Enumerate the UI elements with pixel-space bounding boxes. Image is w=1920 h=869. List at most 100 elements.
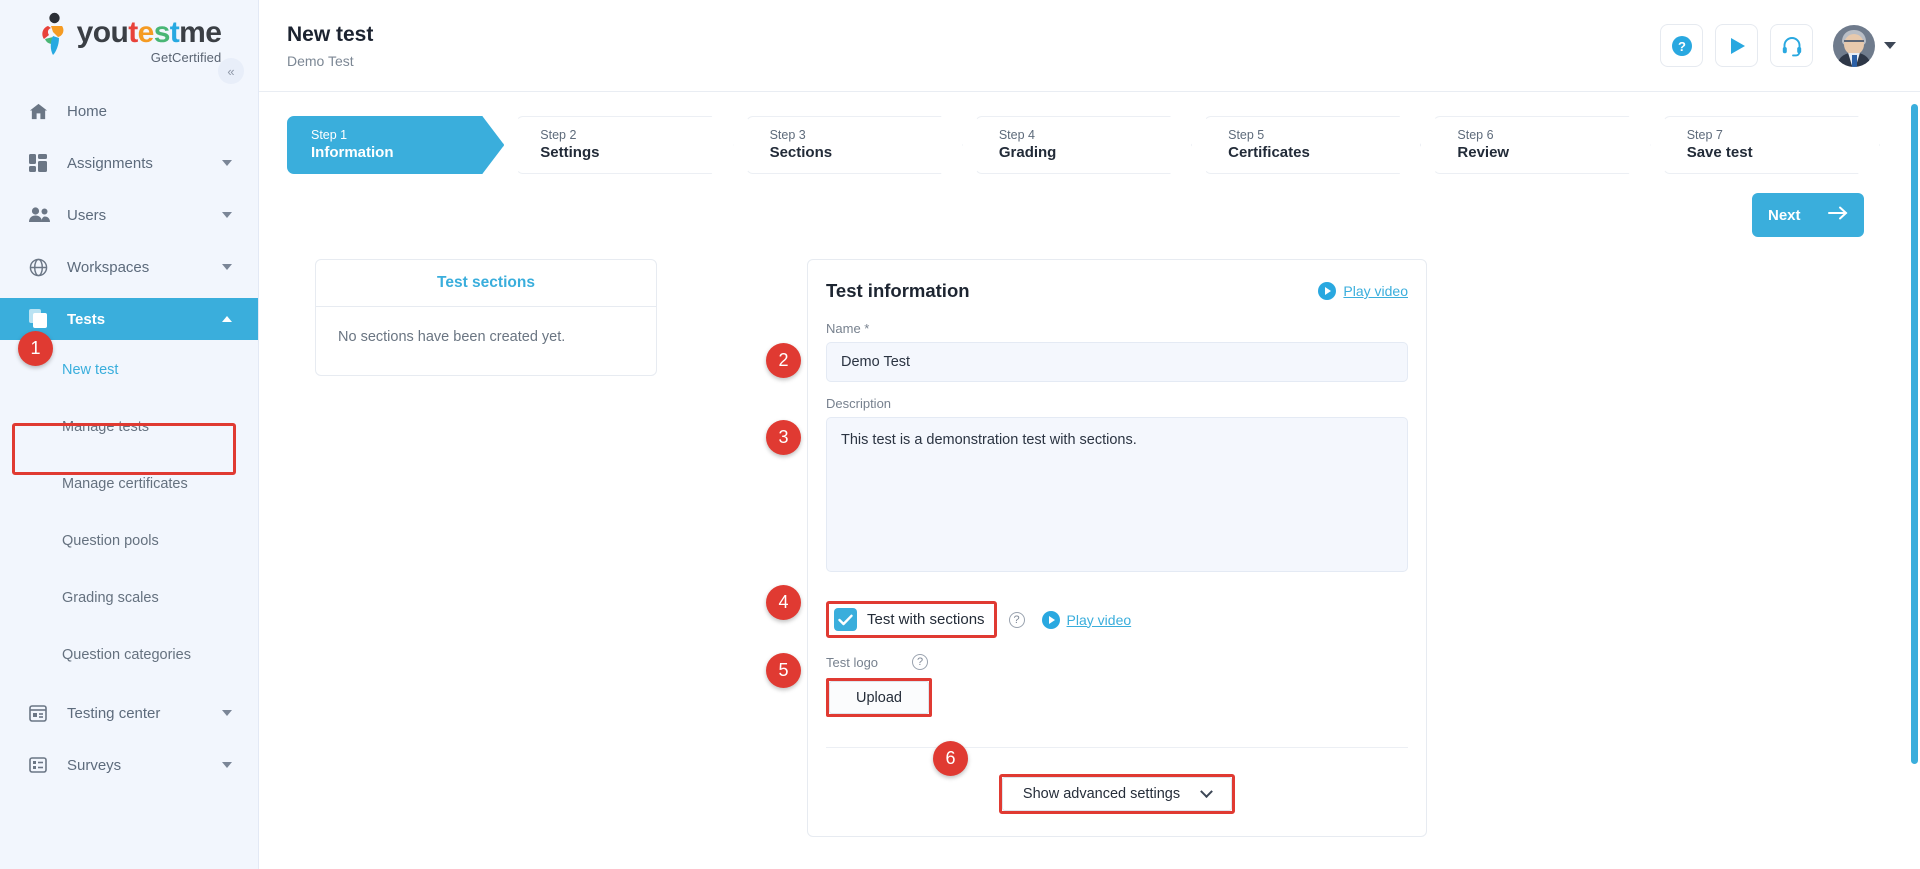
app-root: youtestme GetCertified « Home Assignment…: [0, 0, 1920, 869]
content-area: Step 1 Information Step 2 Settings Step …: [259, 116, 1920, 869]
test-name-input[interactable]: [826, 342, 1408, 382]
help-button[interactable]: ?: [1660, 24, 1703, 67]
play-video-button[interactable]: [1715, 24, 1758, 67]
test-description-textarea[interactable]: [826, 417, 1408, 572]
sidebar-item-workspaces[interactable]: Workspaces: [0, 246, 258, 288]
svg-text:?: ?: [1678, 39, 1686, 54]
step-number: Step 6: [1457, 127, 1494, 142]
sidebar-nav: Home Assignments Users Workspaces Tests …: [0, 90, 258, 786]
logo-part-t1: t: [128, 15, 138, 49]
checkbox-checked-icon[interactable]: [834, 608, 857, 631]
upload-highlight: Upload: [826, 678, 932, 717]
test-sections-empty-text: No sections have been created yet.: [338, 329, 566, 345]
step-number: Step 4: [998, 127, 1035, 142]
sidebar-subitem-manage-certificates[interactable]: Manage certificates: [0, 464, 258, 504]
play-icon: [1318, 282, 1337, 300]
test-with-sections-label: Test with sections: [867, 611, 985, 628]
step-5-certificates[interactable]: Step 5 Certificates: [1204, 116, 1421, 174]
step-6-review[interactable]: Step 6 Review: [1433, 116, 1650, 174]
logo-part-you: you: [76, 15, 129, 49]
marker-2: 2: [766, 343, 801, 378]
description-label: Description: [826, 396, 892, 411]
globe-icon: [29, 258, 51, 277]
chevron-down-icon[interactable]: [222, 212, 232, 218]
assignments-icon: [29, 154, 51, 172]
avatar[interactable]: [1833, 24, 1875, 67]
sidebar-item-home[interactable]: Home: [0, 90, 258, 132]
step-4-grading[interactable]: Step 4 Grading: [975, 116, 1192, 174]
test-sections-title: Test sections: [316, 260, 656, 307]
vertical-scrollbar[interactable]: [1911, 104, 1918, 764]
sidebar-subitem-manage-tests[interactable]: Manage tests: [0, 407, 258, 447]
tests-icon: [29, 309, 51, 329]
sidebar-item-label: Home: [67, 102, 108, 120]
advanced-settings-row: Show advanced settings: [826, 774, 1408, 814]
test-sections-card: Test sections No sections have been crea…: [315, 259, 657, 376]
top-bar: New test Demo Test ?: [259, 0, 1920, 92]
user-menu[interactable]: [1833, 24, 1896, 67]
sidebar-item-label: Users: [67, 206, 107, 224]
help-circle-icon[interactable]: ?: [1008, 611, 1025, 628]
chevron-down-icon[interactable]: [222, 710, 232, 716]
step-label: Settings: [540, 144, 600, 161]
sidebar-subitem-label: Manage tests: [62, 419, 150, 435]
chevron-up-icon[interactable]: [222, 316, 232, 322]
main-area: New test Demo Test ? Step 1 Information …: [259, 0, 1920, 869]
upload-button[interactable]: Upload: [829, 681, 929, 714]
step-number: Step 2: [540, 127, 577, 142]
sidebar-subitem-label: Question categories: [62, 647, 191, 663]
support-headset-button[interactable]: [1770, 24, 1813, 67]
collapse-sidebar-icon[interactable]: «: [218, 58, 244, 84]
sidebar-item-label: Assignments: [67, 154, 153, 172]
sidebar-subitem-question-pools[interactable]: Question pools: [0, 521, 258, 561]
next-row: Next: [287, 193, 1892, 237]
users-icon: [29, 207, 51, 223]
sidebar-item-surveys[interactable]: Surveys: [0, 744, 258, 786]
step-number: Step 3: [769, 127, 806, 142]
test-information-header: Test information Play video: [826, 280, 1408, 302]
step-3-sections[interactable]: Step 3 Sections: [746, 116, 963, 174]
advanced-highlight: Show advanced settings: [998, 774, 1236, 814]
step-wizard: Step 1 Information Step 2 Settings Step …: [287, 116, 1892, 174]
arrow-right-icon: [1828, 206, 1848, 224]
logo-part-me: me: [179, 15, 222, 49]
step-2-settings[interactable]: Step 2 Settings: [516, 116, 733, 174]
youtestme-logo-icon: [37, 12, 71, 56]
sidebar-item-assignments[interactable]: Assignments: [0, 142, 258, 184]
marker-3: 3: [766, 420, 801, 455]
sidebar-item-label: Testing center: [67, 704, 161, 722]
test-with-sections-checkbox[interactable]: Test with sections: [826, 601, 997, 638]
topbar-actions: ?: [1660, 24, 1896, 67]
chevron-down-icon[interactable]: [222, 762, 232, 768]
sidebar-subitem-question-categories[interactable]: Question categories: [0, 635, 258, 675]
page-heading: New test Demo Test: [287, 22, 1660, 68]
next-button-label: Next: [1768, 206, 1801, 224]
logo-part-e: e: [137, 15, 155, 49]
help-circle-icon[interactable]: ?: [912, 654, 929, 670]
sidebar-item-users[interactable]: Users: [0, 194, 258, 236]
sidebar-item-testing-center[interactable]: Testing center: [0, 692, 258, 734]
step-label: Save test: [1686, 144, 1753, 161]
step-7-save-test[interactable]: Step 7 Save test: [1663, 116, 1880, 174]
next-button[interactable]: Next: [1752, 193, 1864, 237]
play-video-label: Play video: [1343, 283, 1408, 299]
sidebar-item-label: Surveys: [67, 756, 122, 774]
sidebar-subitem-label: Grading scales: [62, 590, 159, 606]
chevron-down-icon[interactable]: [1884, 42, 1896, 49]
brand-logo[interactable]: youtestme GetCertified «: [0, 0, 258, 84]
sidebar-subitem-grading-scales[interactable]: Grading scales: [0, 578, 258, 618]
chevron-down-icon[interactable]: [222, 264, 232, 270]
show-advanced-settings-button[interactable]: Show advanced settings: [1001, 777, 1233, 811]
step-number: Step 1: [311, 127, 348, 142]
name-label: Name *: [826, 321, 870, 336]
play-video-link[interactable]: Play video: [1318, 282, 1408, 300]
step-1-information[interactable]: Step 1 Information: [287, 116, 504, 174]
sections-play-video-link[interactable]: Play video: [1041, 610, 1131, 629]
marker-6: 6: [933, 741, 968, 776]
test-information-title: Test information: [826, 280, 970, 301]
test-information-card: Test information Play video Name * Descr…: [766, 259, 1427, 837]
logo-tagline: GetCertified: [150, 49, 222, 65]
chevron-down-icon[interactable]: [222, 160, 232, 166]
step-number: Step 5: [1228, 127, 1265, 142]
show-advanced-settings-label: Show advanced settings: [1022, 786, 1181, 802]
